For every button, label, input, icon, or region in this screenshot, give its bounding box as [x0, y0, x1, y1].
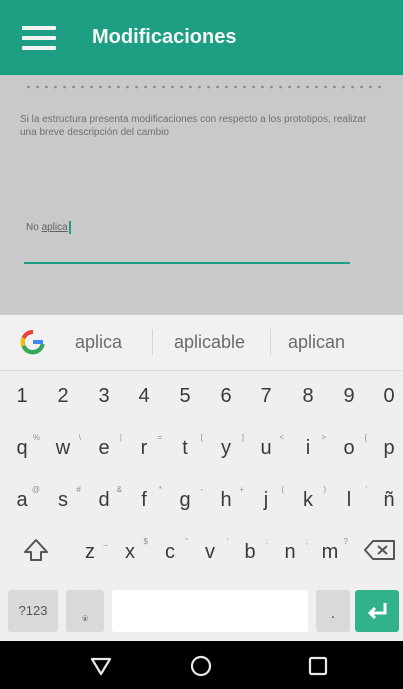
key-g[interactable]: g-	[171, 486, 203, 511]
key-5[interactable]: 5	[171, 386, 199, 406]
key-k[interactable]: k)	[294, 486, 326, 511]
modification-input[interactable]: No aplica	[24, 219, 350, 264]
key-z[interactable]: z _	[76, 538, 108, 563]
input-underline	[24, 262, 350, 264]
key-2[interactable]: 2	[49, 386, 77, 406]
key-w[interactable]: w \	[49, 434, 81, 459]
backspace-key-icon[interactable]	[362, 537, 398, 565]
key-a[interactable]: a @	[8, 486, 40, 511]
key-4[interactable]: 4	[130, 386, 158, 406]
key-c[interactable]: c "	[156, 538, 188, 563]
back-triangle-icon[interactable]	[88, 653, 114, 679]
suggestion-bar: aplica aplicable aplican	[0, 315, 403, 371]
key-v[interactable]: v '	[196, 538, 228, 563]
key-u[interactable]: u <	[252, 434, 284, 459]
input-value-selected-word: aplica	[41, 222, 68, 234]
key-x[interactable]: x $	[116, 538, 148, 563]
key-n[interactable]: n;	[276, 538, 308, 563]
comma-key[interactable]: , ☺	[66, 590, 104, 632]
input-value-prefix: No	[26, 222, 42, 234]
key-y[interactable]: y]	[212, 434, 244, 459]
key-j[interactable]: j(	[252, 486, 284, 511]
dotted-divider	[24, 85, 384, 89]
key-p[interactable]: p}	[375, 438, 403, 458]
recents-square-icon[interactable]	[305, 653, 331, 679]
key-r[interactable]: r =	[130, 434, 162, 459]
google-g-icon[interactable]	[20, 329, 46, 355]
soft-keyboard: aplica aplicable aplican 1 2 3 4 5 6 7 8…	[0, 315, 403, 641]
suggestion-divider	[152, 329, 153, 355]
key-d[interactable]: d &	[90, 486, 122, 511]
key-s[interactable]: s #	[49, 486, 81, 511]
key-8[interactable]: 8	[294, 386, 322, 406]
key-q[interactable]: q%	[8, 434, 40, 459]
system-nav-bar	[0, 641, 403, 689]
key-l[interactable]: l '	[335, 486, 367, 511]
form-content: Si la estructura presenta modificaciones…	[0, 75, 403, 315]
key-7[interactable]: 7	[252, 386, 280, 406]
key-o[interactable]: o{	[335, 434, 367, 459]
field-description: Si la estructura presenta modificaciones…	[20, 114, 367, 138]
key-9[interactable]: 9	[335, 386, 363, 406]
suggestion-3[interactable]: aplican	[288, 332, 345, 353]
suggestion-divider	[270, 329, 271, 355]
key-f[interactable]: f *	[130, 486, 162, 511]
key-t[interactable]: t[	[171, 434, 203, 459]
key-3[interactable]: 3	[90, 386, 118, 406]
key-m[interactable]: m?	[316, 538, 348, 563]
key-1[interactable]: 1	[8, 386, 36, 406]
input-value[interactable]: No aplica	[26, 221, 71, 234]
key-h[interactable]: h +	[212, 486, 244, 511]
app-bar: Modificaciones	[0, 0, 403, 75]
key-b[interactable]: b:	[236, 538, 268, 563]
suggestion-1[interactable]: aplica	[75, 332, 122, 353]
key-ñ[interactable]: ñ	[375, 490, 403, 510]
key-6[interactable]: 6	[212, 386, 240, 406]
key-0[interactable]: 0	[375, 386, 403, 406]
symbols-key[interactable]: ?123	[8, 590, 58, 632]
hamburger-menu-icon[interactable]	[22, 26, 56, 50]
key-e[interactable]: e |	[90, 434, 122, 459]
home-circle-icon[interactable]	[188, 653, 214, 679]
suggestion-2[interactable]: aplicable	[174, 332, 245, 353]
period-key[interactable]: .	[316, 590, 350, 632]
page-title: Modificaciones	[92, 26, 237, 48]
text-caret	[68, 221, 71, 234]
emoji-hint-icon: ☺	[80, 613, 91, 624]
space-key[interactable]	[112, 590, 308, 632]
enter-key[interactable]	[355, 590, 399, 632]
shift-key-icon[interactable]	[20, 537, 52, 565]
key-i[interactable]: i >	[294, 434, 326, 459]
